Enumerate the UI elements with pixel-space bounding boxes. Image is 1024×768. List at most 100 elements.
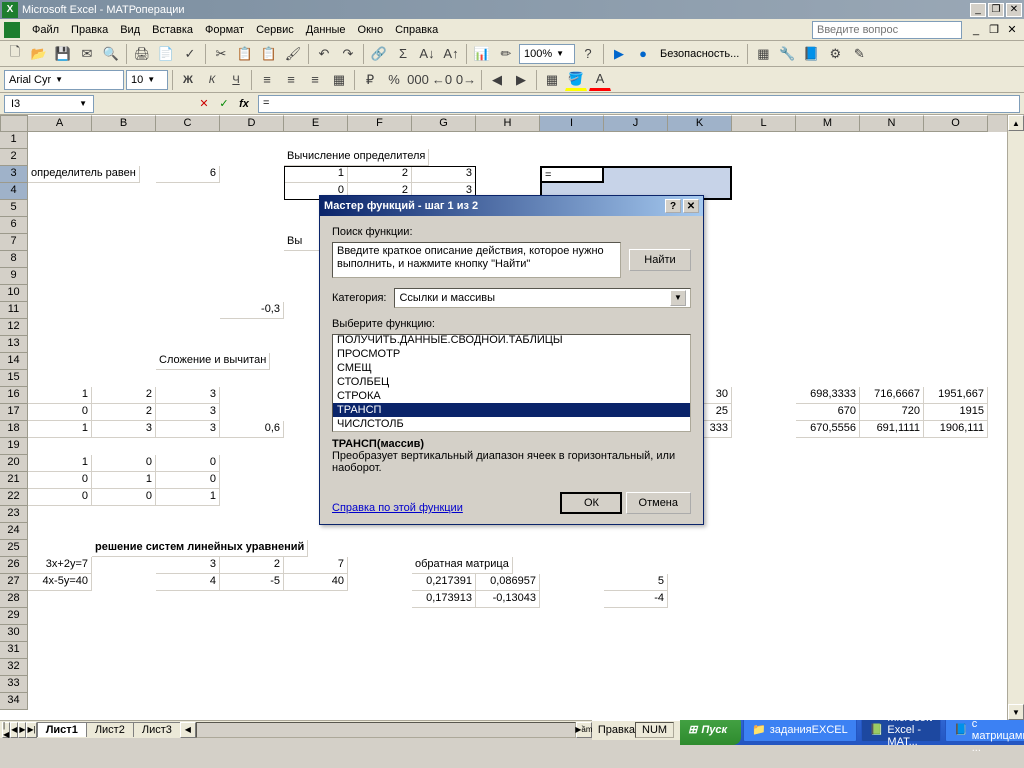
row-header[interactable]: 3 bbox=[0, 166, 28, 183]
cell[interactable]: 3 bbox=[412, 166, 476, 183]
formula-input[interactable]: = bbox=[258, 95, 1020, 113]
copy-icon[interactable]: 📋 bbox=[234, 43, 256, 65]
row-header[interactable]: 31 bbox=[0, 642, 28, 659]
row-header[interactable]: 10 bbox=[0, 285, 28, 302]
cell[interactable]: 2 bbox=[348, 166, 412, 183]
undo-icon[interactable]: ↶ bbox=[313, 43, 335, 65]
category-select[interactable]: Ссылки и массивы▼ bbox=[394, 288, 691, 308]
security-label[interactable]: Безопасность... bbox=[656, 48, 743, 60]
search-icon[interactable]: 🔍 bbox=[100, 43, 122, 65]
row-header[interactable]: 34 bbox=[0, 693, 28, 710]
row-header[interactable]: 18 bbox=[0, 421, 28, 438]
cell[interactable]: определитель равен bbox=[28, 166, 140, 183]
row-header[interactable]: 23 bbox=[0, 506, 28, 523]
cell[interactable]: 1906,111 bbox=[924, 421, 988, 438]
function-list-item[interactable]: ПРОСМОТР bbox=[333, 347, 690, 361]
column-header[interactable]: D bbox=[220, 115, 284, 132]
cell[interactable]: 691,1111 bbox=[860, 421, 924, 438]
percent-icon[interactable]: % bbox=[383, 69, 405, 91]
merge-icon[interactable]: ▦ bbox=[328, 69, 350, 91]
cell[interactable]: Вычисление определителя bbox=[284, 149, 429, 166]
row-header[interactable]: 2 bbox=[0, 149, 28, 166]
column-header[interactable]: K bbox=[668, 115, 732, 132]
cell[interactable]: 1951,667 bbox=[924, 387, 988, 404]
column-header[interactable]: I bbox=[540, 115, 604, 132]
cell[interactable]: 1 bbox=[28, 455, 92, 472]
cell[interactable]: 0,6 bbox=[220, 421, 284, 438]
redo-icon[interactable]: ↷ bbox=[337, 43, 359, 65]
align-left-icon[interactable]: ≡ bbox=[256, 69, 278, 91]
column-header[interactable]: H bbox=[476, 115, 540, 132]
menu-help[interactable]: Справка bbox=[389, 22, 444, 38]
tab-prev-icon[interactable]: ◀ bbox=[10, 722, 18, 738]
column-header[interactable]: F bbox=[348, 115, 412, 132]
print-icon[interactable]: 🖨 bbox=[131, 43, 153, 65]
inc-decimal-icon[interactable]: ←0 bbox=[431, 69, 453, 91]
dec-decimal-icon[interactable]: 0→ bbox=[455, 69, 477, 91]
tab-last-icon[interactable]: ▶| bbox=[26, 722, 36, 738]
cell[interactable]: обратная матрица bbox=[412, 557, 513, 574]
cell[interactable]: -4 bbox=[604, 591, 668, 608]
paste-icon[interactable]: 📋 bbox=[258, 43, 280, 65]
taskbar-item[interactable]: 📗Microsoft Excel - МАТ... bbox=[861, 718, 941, 742]
cell[interactable]: 3 bbox=[156, 557, 220, 574]
cancel-formula-icon[interactable]: ✕ bbox=[195, 95, 213, 113]
menu-edit[interactable]: Правка bbox=[65, 22, 114, 38]
row-header[interactable]: 8 bbox=[0, 251, 28, 268]
design-icon[interactable]: ✎ bbox=[848, 43, 870, 65]
row-header[interactable]: 26 bbox=[0, 557, 28, 574]
row-header[interactable]: 17 bbox=[0, 404, 28, 421]
scroll-up-icon[interactable]: ▲ bbox=[1008, 115, 1024, 131]
cell[interactable]: решение систем линейных уравнений bbox=[92, 540, 308, 557]
function-list-item[interactable]: ТРАНСП bbox=[333, 403, 690, 417]
dialog-help-button[interactable]: ? bbox=[665, 199, 681, 213]
row-header[interactable]: 30 bbox=[0, 625, 28, 642]
cell[interactable]: 2 bbox=[92, 404, 156, 421]
cell[interactable]: -5 bbox=[220, 574, 284, 591]
scroll-left-icon[interactable]: ◀ bbox=[180, 722, 196, 738]
row-header[interactable]: 9 bbox=[0, 268, 28, 285]
cell[interactable]: 1 bbox=[92, 472, 156, 489]
fx-icon[interactable]: fx bbox=[235, 95, 253, 113]
doc-restore-button[interactable]: ❐ bbox=[986, 23, 1002, 37]
play-icon[interactable]: ▶ bbox=[608, 43, 630, 65]
dec-indent-icon[interactable]: ◀ bbox=[486, 69, 508, 91]
column-header[interactable]: C bbox=[156, 115, 220, 132]
fill-color-icon[interactable]: 🪣 bbox=[565, 69, 587, 91]
restore-button[interactable]: ❐ bbox=[988, 3, 1004, 17]
search-function-input[interactable]: Введите краткое описание действия, котор… bbox=[332, 242, 621, 278]
cell[interactable]: 0 bbox=[156, 472, 220, 489]
close-button[interactable]: ✕ bbox=[1006, 3, 1022, 17]
find-button[interactable]: Найти bbox=[629, 249, 691, 271]
cell[interactable]: 1 bbox=[156, 489, 220, 506]
enter-formula-icon[interactable]: ✓ bbox=[215, 95, 233, 113]
cell[interactable]: 0 bbox=[92, 455, 156, 472]
row-header[interactable]: 5 bbox=[0, 200, 28, 217]
currency-icon[interactable]: ₽ bbox=[359, 69, 381, 91]
row-header[interactable]: 27 bbox=[0, 574, 28, 591]
cancel-button[interactable]: Отмена bbox=[626, 492, 691, 514]
row-header[interactable]: 22 bbox=[0, 489, 28, 506]
cell[interactable]: 2 bbox=[92, 387, 156, 404]
new-icon[interactable]: 🗋 bbox=[4, 43, 26, 65]
cell[interactable]: 1 bbox=[28, 387, 92, 404]
save-icon[interactable]: 💾 bbox=[52, 43, 74, 65]
column-header[interactable]: J bbox=[604, 115, 668, 132]
macro-icon[interactable]: ▦ bbox=[752, 43, 774, 65]
scroll-down-icon[interactable]: ▼ bbox=[1008, 704, 1024, 720]
row-header[interactable]: 12 bbox=[0, 319, 28, 336]
function-list[interactable]: ПОЛУЧИТЬ.ДАННЫЕ.СВОДНОЙ.ТАБЛИЦЫПРОСМОТРС… bbox=[332, 334, 691, 432]
help-icon[interactable]: ? bbox=[577, 43, 599, 65]
underline-icon[interactable]: Ч bbox=[225, 69, 247, 91]
record-icon[interactable]: ● bbox=[632, 43, 654, 65]
column-header[interactable]: M bbox=[796, 115, 860, 132]
cut-icon[interactable]: ✂ bbox=[210, 43, 232, 65]
font-color-icon[interactable]: A bbox=[589, 69, 611, 91]
column-header[interactable]: L bbox=[732, 115, 796, 132]
cell[interactable]: 3 bbox=[156, 404, 220, 421]
cell[interactable]: 0 bbox=[28, 489, 92, 506]
doc-minimize-button[interactable]: _ bbox=[968, 23, 984, 37]
fontsize-combo[interactable]: 10▼ bbox=[126, 70, 168, 90]
doc-close-button[interactable]: ✕ bbox=[1004, 23, 1020, 37]
column-header[interactable]: E bbox=[284, 115, 348, 132]
